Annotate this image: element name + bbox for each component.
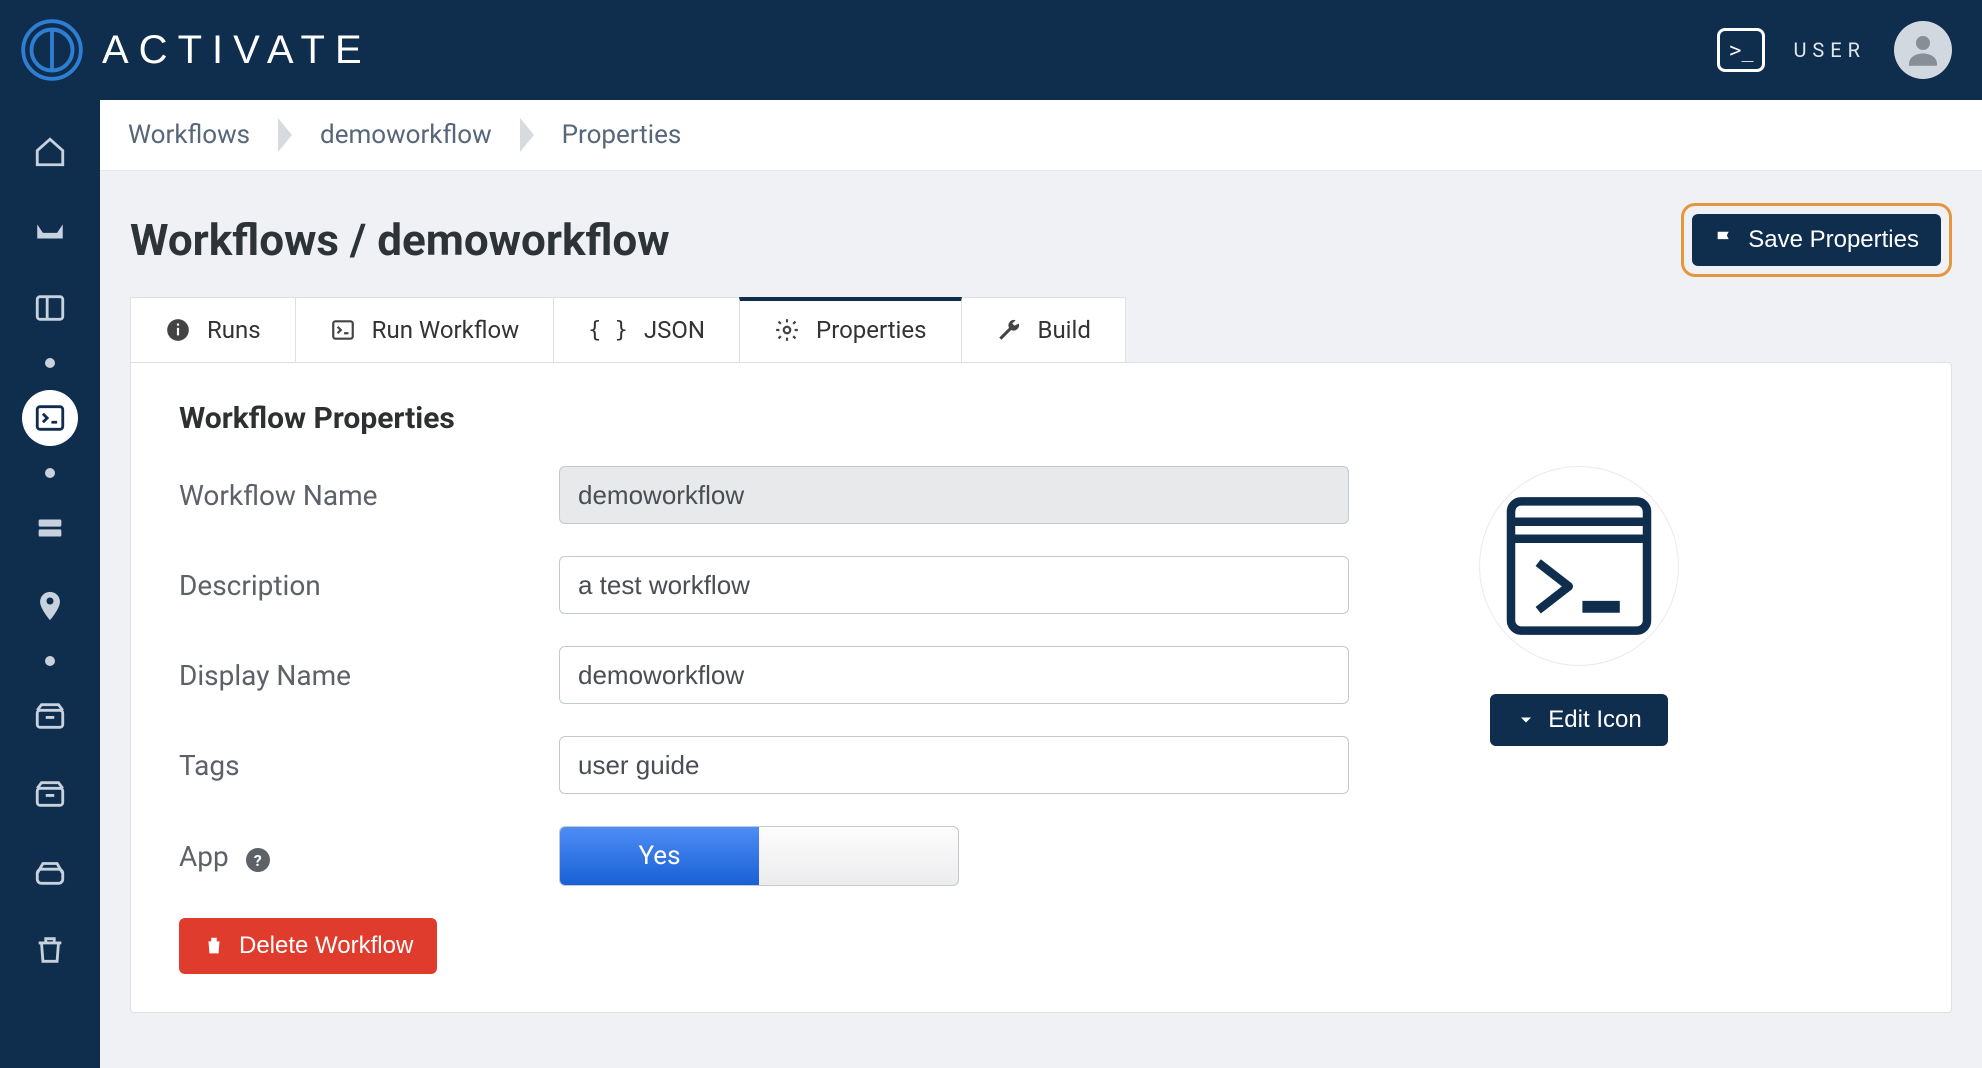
save-properties-button[interactable]: Save Properties [1692, 214, 1941, 266]
tab-label: JSON [644, 316, 705, 344]
server-icon [33, 511, 67, 545]
delete-button-label: Delete Workflow [239, 932, 413, 960]
chevron-right-icon [520, 118, 534, 152]
tab-label: Build [1038, 316, 1091, 344]
avatar-icon [1902, 29, 1944, 71]
home-icon [33, 135, 67, 169]
sidebar-archive-out[interactable] [22, 766, 78, 822]
app-header: ACTIVATE >_ USER [0, 0, 1982, 100]
tags-input[interactable] [559, 736, 1349, 794]
chevron-down-icon [1516, 710, 1536, 730]
toggle-on-label: Yes [560, 827, 759, 885]
description-label: Description [179, 569, 559, 602]
trash-icon [203, 935, 225, 957]
tab-runs[interactable]: Runs [130, 297, 296, 362]
sidebar-inbox[interactable] [22, 202, 78, 258]
breadcrumb-item[interactable]: demoworkflow [320, 120, 492, 150]
sidebar-storage[interactable] [22, 844, 78, 900]
app-label: App ? [179, 840, 559, 873]
sidebar-panel[interactable] [22, 280, 78, 336]
sidebar-workflows[interactable] [22, 390, 78, 446]
panel-heading: Workflow Properties [179, 401, 1903, 436]
user-avatar[interactable] [1894, 21, 1952, 79]
panel-icon [33, 291, 67, 325]
storage-icon [33, 855, 67, 889]
sidebar-separator [45, 656, 55, 666]
tab-json[interactable]: { } JSON [553, 297, 740, 362]
pin-icon [33, 589, 67, 623]
info-icon [165, 317, 191, 343]
tab-label: Run Workflow [372, 316, 520, 344]
workflow-name-input [559, 466, 1349, 524]
delete-workflow-button[interactable]: Delete Workflow [179, 918, 437, 974]
sidebar [0, 100, 100, 1068]
tab-label: Properties [816, 316, 926, 344]
save-highlight: Save Properties [1681, 203, 1952, 277]
save-button-label: Save Properties [1748, 226, 1919, 254]
sidebar-location[interactable] [22, 578, 78, 634]
wrench-icon [996, 317, 1022, 343]
sidebar-server[interactable] [22, 500, 78, 556]
edit-icon-label: Edit Icon [1548, 706, 1641, 734]
tab-label: Runs [207, 316, 261, 344]
workflow-name-label: Workflow Name [179, 479, 559, 512]
flag-icon [1714, 229, 1736, 251]
gear-icon [774, 317, 800, 343]
braces-icon: { } [588, 318, 628, 343]
page-title: Workflows / demoworkflow [130, 214, 670, 266]
tags-label: Tags [179, 749, 559, 782]
brand-text: ACTIVATE [102, 28, 372, 73]
terminal-square-icon [33, 401, 67, 435]
tab-run-workflow[interactable]: Run Workflow [295, 297, 555, 362]
tab-build[interactable]: Build [961, 297, 1126, 362]
chevron-right-icon [278, 118, 292, 152]
breadcrumb-item[interactable]: Properties [562, 120, 682, 150]
edit-icon-button[interactable]: Edit Icon [1490, 694, 1667, 746]
breadcrumb-item[interactable]: Workflows [128, 120, 250, 150]
archive-icon [33, 699, 67, 733]
inbox-icon [33, 213, 67, 247]
workflow-icon [1494, 481, 1664, 651]
sidebar-home[interactable] [22, 124, 78, 180]
display-name-label: Display Name [179, 659, 559, 692]
app-label-text: App [179, 840, 229, 873]
help-icon[interactable]: ? [246, 848, 270, 872]
sidebar-archive-in[interactable] [22, 688, 78, 744]
workflow-icon-preview [1479, 466, 1679, 666]
terminal-icon: >_ [1729, 38, 1753, 62]
terminal-button[interactable]: >_ [1717, 28, 1765, 72]
archive-out-icon [33, 777, 67, 811]
tab-properties[interactable]: Properties [739, 297, 961, 362]
display-name-input[interactable] [559, 646, 1349, 704]
user-label: USER [1793, 38, 1866, 62]
sidebar-trash[interactable] [22, 922, 78, 978]
properties-panel: Workflow Properties Workflow Name Descri… [130, 362, 1952, 1013]
logo-icon [20, 18, 84, 82]
breadcrumb: Workflows demoworkflow Properties [100, 100, 1982, 171]
sidebar-separator [45, 358, 55, 368]
sidebar-separator [45, 468, 55, 478]
app-toggle[interactable]: Yes [559, 826, 959, 886]
run-icon [330, 317, 356, 343]
brand-logo[interactable]: ACTIVATE [20, 18, 372, 82]
tabs: Runs Run Workflow { } JSON Properties Bu… [100, 287, 1982, 362]
trash-icon [33, 933, 67, 967]
description-input[interactable] [559, 556, 1349, 614]
